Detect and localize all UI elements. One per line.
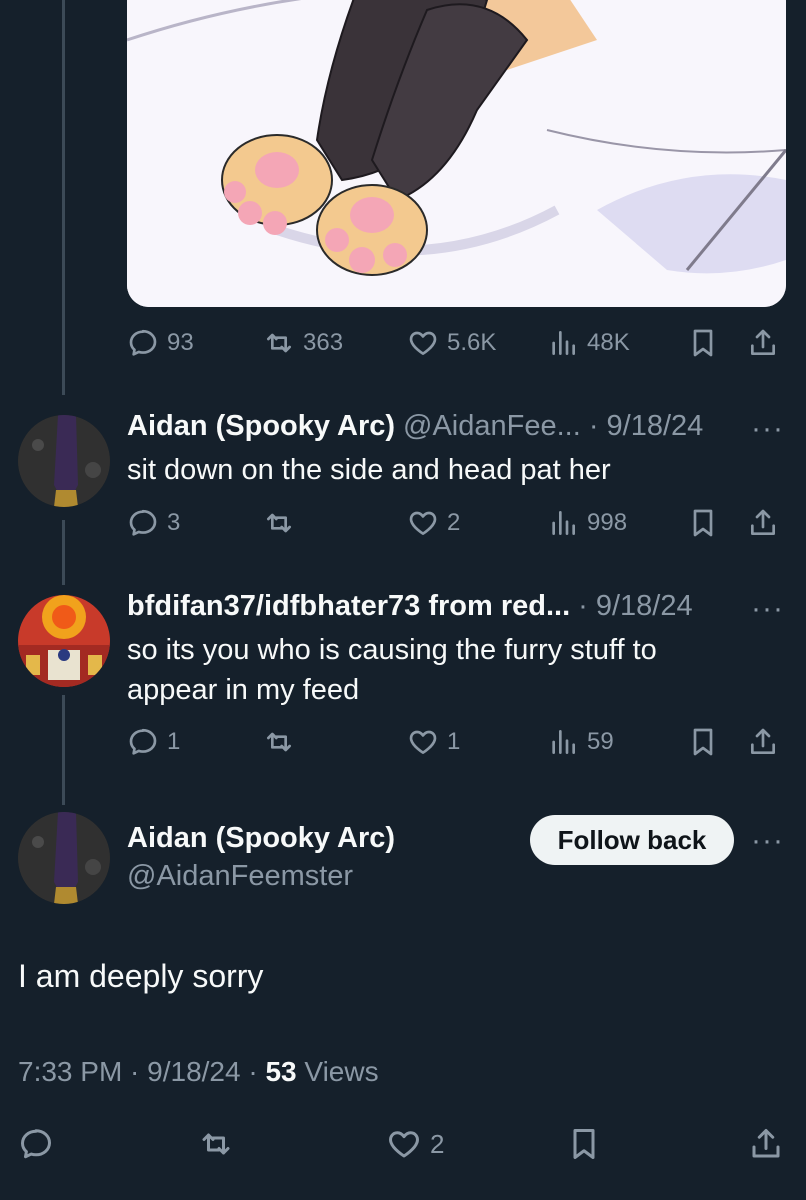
more-options-button[interactable]: ··· [751, 412, 784, 446]
thread-line [62, 520, 65, 585]
views-button[interactable]: 998 [547, 503, 627, 543]
analytics-icon [552, 331, 575, 355]
analytics-icon [552, 511, 575, 535]
bookmark-button[interactable] [687, 503, 719, 543]
repost-icon [267, 513, 291, 533]
author-name-line: Aidan (Spooky Arc) [127, 822, 395, 855]
like-button[interactable]: 2 [407, 503, 460, 543]
share-button[interactable] [747, 722, 779, 762]
reply-text: so its you who is causing the furry stuf… [127, 630, 657, 710]
repost-button[interactable]: 363 [263, 323, 343, 363]
share-button[interactable] [748, 1124, 784, 1164]
views-label: Views [296, 1056, 379, 1087]
share-icon [751, 329, 775, 355]
bookmark-button[interactable] [687, 323, 719, 363]
bookmark-icon [693, 329, 713, 357]
repost-button[interactable] [263, 722, 295, 762]
more-options-button[interactable]: ··· [751, 824, 784, 858]
reply-count: 93 [167, 329, 194, 356]
reply-icon [129, 329, 157, 356]
handle-date: @AidanFee... · 9/18/24 [403, 410, 704, 442]
reply-actions: 1 1 59 [127, 722, 782, 762]
like-button[interactable]: 5.6K [407, 323, 496, 363]
repost-button[interactable] [263, 503, 295, 543]
follow-back-button[interactable]: Follow back [530, 815, 734, 865]
share-icon [751, 509, 775, 535]
display-name[interactable]: Aidan (Spooky Arc) [127, 410, 395, 443]
heart-icon [409, 511, 437, 535]
bookmark-icon [693, 509, 713, 537]
reply-text: sit down on the side and head pat her [127, 454, 611, 486]
reply-button[interactable]: 1 [127, 722, 180, 762]
reply-button[interactable]: 3 [127, 503, 180, 543]
author-handle-line: @AidanFeemster [127, 860, 353, 893]
views-count: 59 [587, 728, 614, 755]
like-count: 1 [447, 728, 461, 755]
reply-icon [129, 509, 157, 536]
share-button[interactable] [747, 503, 779, 543]
post-media-image[interactable] [127, 0, 786, 307]
avatar[interactable] [18, 812, 110, 904]
analytics-icon [552, 730, 575, 754]
reply-icon [21, 1129, 51, 1159]
bookmark-button[interactable] [687, 722, 719, 762]
reply-count: 1 [167, 728, 181, 755]
reply-header: Aidan (Spooky Arc) @AidanFee... · 9/18/2… [127, 410, 703, 443]
top-post-actions: 93 363 5.6K 48K [127, 323, 782, 363]
reply-actions: 3 2 998 [127, 503, 782, 543]
post-text: I am deeply sorry [18, 958, 264, 994]
bookmark-button[interactable] [566, 1124, 602, 1164]
repost-icon [267, 333, 291, 353]
like-count: 2 [430, 1128, 445, 1159]
handle: @AidanFeemster [127, 860, 354, 892]
repost-count: 363 [303, 329, 344, 356]
views-button[interactable]: 59 [547, 722, 614, 762]
heart-icon [409, 730, 437, 754]
date: · 9/18/24 [578, 590, 693, 622]
reply-text-line: appear in my feed [127, 674, 360, 706]
bookmark-icon [573, 1129, 595, 1159]
like-count: 5.6K [447, 329, 497, 356]
views-button[interactable]: 48K [547, 323, 630, 363]
bookmark-icon [693, 728, 713, 756]
reply-icon [129, 728, 157, 755]
heart-icon [409, 331, 437, 355]
thread-line [62, 0, 65, 395]
heart-icon [389, 1131, 419, 1158]
avatar[interactable] [18, 415, 110, 507]
views-count: 998 [587, 509, 628, 536]
share-icon [751, 728, 775, 754]
avatar[interactable] [18, 595, 110, 687]
share-icon [752, 1129, 780, 1158]
timestamp[interactable]: 7:33 PM · 9/18/24 · [18, 1056, 265, 1087]
views-count: 48K [587, 329, 630, 356]
post-meta: 7:33 PM · 9/18/24 · 53 Views [18, 1056, 379, 1088]
reply-header: bfdifan37/idfbhater73 from red... · 9/18… [127, 590, 693, 623]
more-options-button[interactable]: ··· [751, 592, 784, 626]
view-count: 53 [265, 1056, 297, 1087]
focused-post-actions: 2 [18, 1124, 788, 1164]
display-name[interactable]: Aidan (Spooky Arc) [127, 822, 395, 855]
reply-button[interactable] [18, 1124, 54, 1164]
like-button[interactable]: 1 [407, 722, 460, 762]
repost-button[interactable] [198, 1124, 234, 1164]
reply-text-line: so its you who is causing the furry stuf… [127, 634, 657, 666]
thread-line [62, 695, 65, 805]
reply-button[interactable]: 93 [127, 323, 194, 363]
like-button[interactable]: 2 [386, 1124, 444, 1164]
repost-icon [267, 732, 291, 752]
repost-icon [202, 1133, 230, 1155]
share-button[interactable] [747, 323, 779, 363]
like-count: 2 [447, 509, 461, 536]
display-name[interactable]: bfdifan37/idfbhater73 from red... [127, 590, 570, 623]
reply-count: 3 [167, 509, 181, 536]
